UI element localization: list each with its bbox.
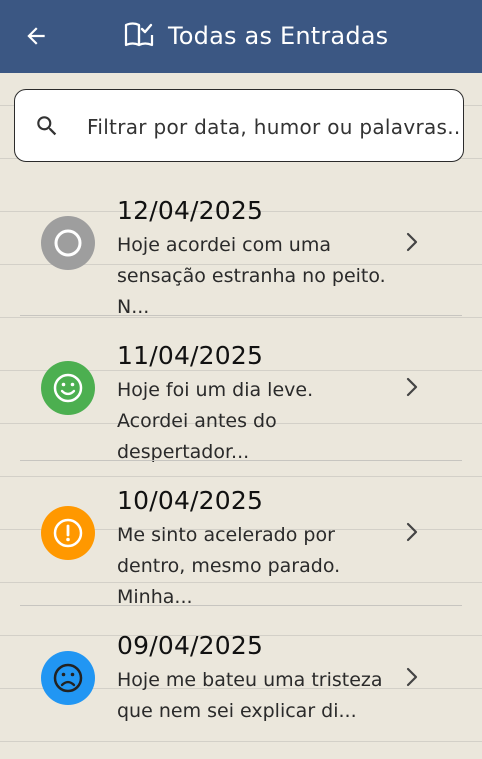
- smile-icon: [53, 373, 83, 403]
- alert-icon: [53, 518, 83, 548]
- chevron-right-icon: [406, 667, 418, 687]
- app-bar: Todas as Entradas: [0, 0, 482, 73]
- list-item[interactable]: 10/04/2025 Me sinto acelerado por dentro…: [0, 460, 482, 608]
- entry-preview: Hoje me bateu uma tristeza que nem sei e…: [117, 669, 383, 722]
- entry-date: 10/04/2025: [117, 486, 264, 515]
- search-input[interactable]: [85, 108, 461, 146]
- list-item[interactable]: 09/04/2025 Hoje me bateu uma tristeza qu…: [0, 605, 482, 750]
- circle-outline-icon: [54, 229, 82, 257]
- search-box[interactable]: [14, 89, 464, 162]
- arrow-left-icon: [27, 27, 45, 45]
- entry-date: 09/04/2025: [117, 631, 264, 660]
- chevron-right-icon: [406, 377, 418, 397]
- frown-icon: [53, 663, 83, 693]
- mood-anxious-badge: [41, 506, 95, 560]
- entry-preview: Hoje acordei com uma sensação estranha n…: [117, 234, 386, 318]
- chevron-right-icon: [406, 522, 418, 542]
- list-item[interactable]: 11/04/2025 Hoje foi um dia leve. Acordei…: [0, 315, 482, 463]
- book-check-icon: [124, 22, 154, 47]
- mood-happy-badge: [41, 361, 95, 415]
- list-item[interactable]: 12/04/2025 Hoje acordei com uma sensação…: [0, 170, 482, 318]
- page-title: Todas as Entradas: [168, 22, 389, 50]
- back-button[interactable]: [18, 18, 54, 54]
- chevron-right-icon: [406, 232, 418, 252]
- search-icon: [37, 116, 57, 136]
- entry-date: 12/04/2025: [117, 196, 264, 225]
- mood-sad-badge: [41, 651, 95, 705]
- entry-preview: Hoje foi um dia leve. Acordei antes do d…: [117, 379, 314, 463]
- page-title-group: Todas as Entradas: [124, 18, 388, 54]
- mood-neutral-badge: [41, 216, 95, 270]
- entry-date: 11/04/2025: [117, 341, 264, 370]
- entry-preview: Me sinto acelerado por dentro, mesmo par…: [117, 524, 341, 608]
